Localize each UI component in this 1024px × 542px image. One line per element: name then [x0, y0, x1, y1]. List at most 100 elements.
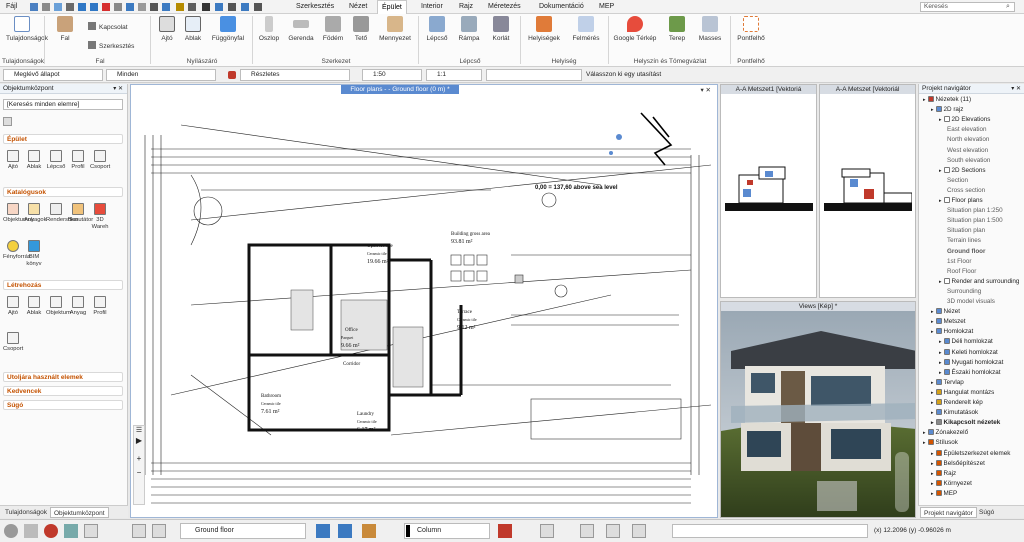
build-icon[interactable] — [362, 524, 376, 538]
tile-bim-book[interactable]: BIM könyv — [24, 240, 44, 268]
expand-icon[interactable]: ▸ — [939, 198, 942, 204]
expand-icon[interactable]: ▸ — [931, 319, 934, 325]
command-input[interactable] — [486, 69, 582, 81]
floor-up-icon[interactable] — [316, 524, 330, 538]
tile-3d-warehouse[interactable]: 3D Wareh — [90, 203, 110, 231]
expand-icon[interactable]: ▸ — [931, 471, 934, 477]
tile-group[interactable]: Csoport — [90, 150, 110, 171]
select-icon[interactable] — [152, 524, 166, 538]
dimension-icon[interactable] — [202, 3, 210, 11]
point-cloud-button[interactable]: Pontfelhő — [734, 16, 768, 42]
stairs-button[interactable]: Lépcső — [424, 16, 450, 42]
expand-icon[interactable]: ▸ — [931, 309, 934, 315]
expand-icon[interactable]: ▸ — [923, 440, 926, 446]
expand-icon[interactable]: ▸ — [931, 461, 934, 467]
floor-down-icon[interactable] — [338, 524, 352, 538]
expand-icon[interactable]: ▸ — [939, 360, 942, 366]
beam-button[interactable]: Gerenda — [286, 16, 316, 42]
menu-mep[interactable]: MEP — [595, 0, 618, 14]
section-view-2-title[interactable]: A-A Metszet [Vektoriál — [820, 85, 915, 94]
navigator-item[interactable]: ▸ Keleti homlokzat — [939, 348, 998, 356]
undo-icon[interactable] — [78, 3, 86, 11]
navigator-item[interactable]: East elevation — [947, 126, 987, 133]
navigator-item[interactable]: ▸ 2D Sections — [939, 166, 985, 174]
navigator-item[interactable]: ▸ Rajz — [931, 469, 956, 477]
navigator-item[interactable]: ▸ Nézet — [931, 308, 960, 315]
terrain-button[interactable]: Terep — [664, 16, 690, 42]
masses-button[interactable]: Masses — [694, 16, 726, 42]
save-icon[interactable] — [30, 3, 38, 11]
expand-icon[interactable]: ▸ — [923, 97, 926, 103]
navigator-item[interactable]: Situation plan 1:250 — [947, 207, 1003, 214]
section-recent[interactable]: Utoljára használt elemek — [3, 372, 123, 382]
navigator-item[interactable]: ▸ Déli homlokzat — [939, 338, 993, 345]
navigator-item[interactable]: ▸ Belsőépítészet — [931, 459, 985, 467]
search-icon[interactable]: ⌕ — [1006, 3, 1010, 11]
pin-icon[interactable]: ▾ ✕ — [113, 84, 123, 94]
section-view-2[interactable]: A-A Metszet [Vektoriál — [819, 84, 916, 298]
detail-select[interactable]: Részletes — [240, 69, 350, 81]
navigator-item[interactable]: Surrounding — [947, 288, 981, 295]
navigator-item[interactable]: ▸ Nyugati homlokzat — [939, 358, 1003, 366]
tile-create-group[interactable]: Csoport — [3, 332, 23, 353]
angle-icon[interactable] — [84, 524, 98, 538]
section-view-1[interactable]: A-A Metszet1 [Vektoriá — [720, 84, 817, 298]
hatch-icon[interactable] — [580, 524, 594, 538]
survey-button[interactable]: Felmérés — [568, 16, 604, 42]
floor-select[interactable]: Ground floor — [180, 523, 306, 539]
list-icon[interactable]: ☰ — [134, 426, 144, 436]
navigator-item[interactable]: Terrain lines — [947, 237, 981, 244]
navigator-item[interactable]: Cross section — [947, 187, 985, 194]
link-icon[interactable] — [228, 71, 236, 79]
navigator-item[interactable]: Situation plan — [947, 227, 985, 234]
move-icon[interactable] — [126, 3, 134, 11]
expand-icon[interactable]: ▸ — [931, 400, 934, 406]
snap-icon[interactable] — [188, 3, 196, 11]
navigator-item[interactable]: ▸ Nézetek (11) — [923, 96, 971, 103]
properties-button[interactable]: Tulajdonságok — [6, 16, 48, 42]
menu-dokumentacio[interactable]: Dokumentáció — [535, 0, 588, 14]
navigator-item[interactable]: ▸ Tervlap — [931, 378, 964, 386]
copy-icon[interactable] — [150, 3, 158, 11]
navigator-item[interactable]: ▸ Render and surrounding — [939, 277, 1019, 285]
connection-button[interactable]: Kapcsolat — [88, 22, 144, 31]
navigator-item[interactable]: ▸ MEP — [931, 489, 957, 497]
menu-szerkesztes[interactable]: Szerkesztés — [292, 0, 338, 14]
navigator-item[interactable]: ▸ Hangulat montázs — [931, 388, 994, 396]
section-catalogs[interactable]: Katalógusok — [3, 187, 123, 197]
tile-door[interactable]: Ajtó — [3, 150, 23, 171]
ortho-icon[interactable] — [64, 524, 78, 538]
tile-objects[interactable]: Objektumok — [3, 203, 34, 224]
navigator-item[interactable]: ▸ 2D rajz — [931, 106, 963, 113]
wall-button[interactable]: Fal — [52, 16, 78, 42]
slab-button[interactable]: Födém — [320, 16, 346, 42]
navigator-item[interactable]: ▸ Kimutatások — [931, 409, 978, 416]
tile-render-style[interactable]: Renderstílus — [46, 203, 79, 224]
menu-epulet[interactable]: Épület — [377, 0, 407, 14]
navigation-slider[interactable] — [895, 452, 909, 512]
navigator-item[interactable]: ▸ Metszet — [931, 318, 966, 325]
open-icon[interactable] — [42, 3, 50, 11]
tab-project-navigator[interactable]: Projekt navigátor — [920, 507, 977, 518]
tile-create-material[interactable]: Anyag — [68, 296, 88, 317]
tile-benutator[interactable]: Benutátor — [68, 203, 93, 224]
section-building[interactable]: Épület — [3, 134, 123, 144]
menu-file[interactable]: Fájl — [2, 0, 21, 14]
section-favorites[interactable]: Kedvencek — [3, 386, 123, 396]
rotate-icon[interactable] — [138, 3, 146, 11]
coordinate-input[interactable] — [672, 524, 868, 538]
pen-icon[interactable] — [540, 524, 554, 538]
expand-icon[interactable]: ▸ — [939, 279, 942, 285]
line-icon[interactable] — [606, 524, 620, 538]
expand-icon[interactable]: ▸ — [931, 390, 934, 396]
expand-icon[interactable]: ▸ — [931, 329, 934, 335]
rooms-button[interactable]: Helyiségek — [524, 16, 564, 42]
navigator-item[interactable]: Section — [947, 177, 968, 184]
section-create[interactable]: Létrehozás — [3, 280, 123, 290]
curtain-wall-button[interactable]: Függönyfal — [208, 16, 248, 42]
redo-icon[interactable] — [90, 3, 98, 11]
section-help[interactable]: Súgó — [3, 400, 123, 410]
render-view[interactable]: Views [Kép] * — [720, 301, 916, 518]
navigator-item[interactable]: ▸ Északi homlokzat — [939, 368, 1001, 376]
snap-icon[interactable] — [44, 524, 58, 538]
